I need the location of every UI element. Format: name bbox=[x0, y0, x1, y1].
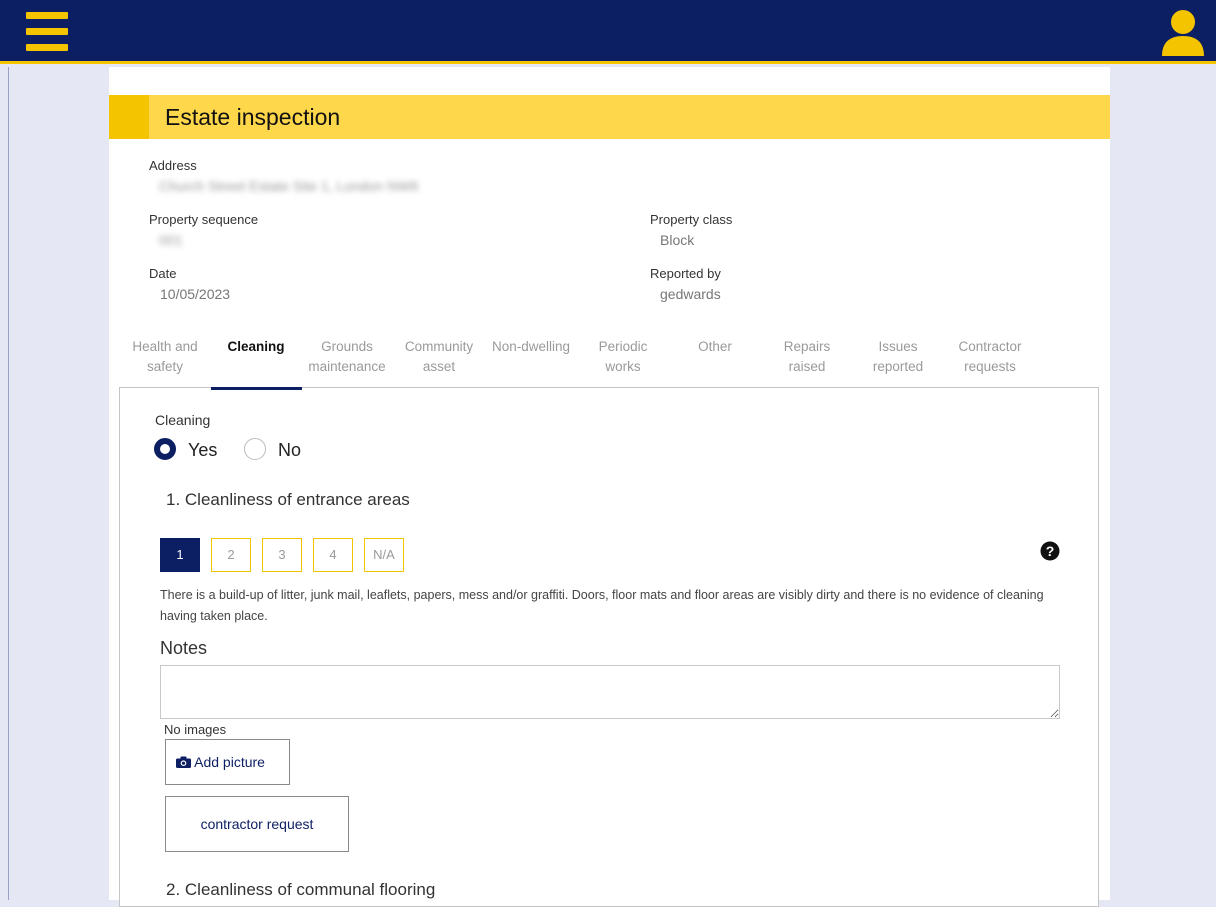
question-2-title: 2. Cleanliness of communal flooring bbox=[166, 880, 436, 899]
score-button-1[interactable]: 1 bbox=[160, 538, 200, 572]
property-sequence-label: Property sequence bbox=[149, 212, 259, 227]
tab-label-line: Cleaning bbox=[227, 339, 285, 354]
yes-radio[interactable] bbox=[154, 438, 176, 460]
tab-grounds-maintenance[interactable]: Grounds maintenance bbox=[302, 337, 392, 377]
title-accent bbox=[109, 95, 149, 139]
score-description: There is a build-up of litter, junk mail… bbox=[160, 588, 1044, 623]
camera-icon bbox=[176, 756, 191, 768]
tab-non-dwelling[interactable]: Non-dwelling bbox=[486, 337, 576, 357]
tab-contractor-requests[interactable]: Contractor requests bbox=[945, 337, 1035, 377]
cleaning-section-label: Cleaning bbox=[155, 412, 211, 428]
contractor-request-button[interactable]: contractor request bbox=[165, 796, 349, 852]
tab-issues-reported[interactable]: Issues reported bbox=[853, 337, 943, 377]
tab-label-line: Contractor bbox=[958, 339, 1022, 354]
left-divider bbox=[8, 67, 9, 900]
tab-label-line: asset bbox=[422, 359, 456, 374]
menu-bar-line bbox=[26, 12, 68, 19]
main-panel: Estate inspection Address Church Street … bbox=[109, 67, 1110, 907]
menu-bar-line bbox=[26, 28, 68, 35]
score-button-2[interactable]: 2 bbox=[211, 538, 251, 572]
svg-text:?: ? bbox=[1046, 543, 1055, 559]
active-tab-indicator bbox=[211, 387, 302, 390]
reported-by-label: Reported by bbox=[650, 266, 721, 281]
yes-radio-label: Yes bbox=[188, 440, 218, 460]
notes-textarea[interactable] bbox=[160, 665, 1060, 719]
add-picture-label: Add picture bbox=[194, 754, 265, 770]
tab-health-and-safety[interactable]: Health and safety bbox=[120, 337, 210, 377]
tab-label-line: Periodic bbox=[598, 339, 648, 354]
tab-label-line: maintenance bbox=[308, 359, 386, 374]
tab-label-line: requests bbox=[964, 359, 1016, 374]
question-1-title: 1. Cleanliness of entrance areas bbox=[166, 490, 410, 509]
question-circle-icon[interactable]: ? bbox=[1040, 541, 1060, 561]
tab-label-line: safety bbox=[146, 359, 184, 374]
tab-periodic-works[interactable]: Periodic works bbox=[578, 337, 668, 377]
tab-label-line: works bbox=[605, 359, 641, 374]
score-button-4[interactable]: 4 bbox=[313, 538, 353, 572]
score-button-na[interactable]: N/A bbox=[364, 538, 404, 572]
no-radio[interactable] bbox=[244, 438, 266, 460]
no-radio-label: No bbox=[278, 440, 302, 460]
top-bar bbox=[0, 0, 1216, 64]
tab-label-line: Repairs bbox=[783, 339, 831, 354]
tab-label-line: Community bbox=[404, 339, 474, 354]
user-icon-graphic bbox=[1162, 10, 1204, 56]
reported-by-value: gedwards bbox=[660, 286, 721, 302]
tab-other[interactable]: Other bbox=[670, 337, 760, 357]
no-images-text: No images bbox=[164, 722, 227, 737]
date-label: Date bbox=[149, 266, 177, 281]
tab-repairs-raised[interactable]: Repairs raised bbox=[762, 337, 852, 377]
tab-label-line: raised bbox=[788, 359, 826, 374]
cleaning-tab-panel: Cleaning Yes No 1. Cleanliness of entran… bbox=[119, 387, 1099, 907]
page-title-bar: Estate inspection bbox=[109, 95, 1110, 139]
date-value: 10/05/2023 bbox=[160, 286, 231, 302]
menu-bar-line bbox=[26, 44, 68, 51]
tab-label-line: Non-dwelling bbox=[491, 339, 571, 354]
hamburger-menu-icon[interactable] bbox=[26, 12, 68, 52]
user-icon[interactable] bbox=[1160, 8, 1206, 58]
tab-label-line: reported bbox=[872, 359, 924, 374]
page-title: Estate inspection bbox=[165, 104, 341, 130]
tab-label-line: Issues bbox=[878, 339, 918, 354]
tab-label-line: Health and bbox=[132, 339, 198, 354]
property-sequence-value: 001 bbox=[159, 232, 183, 248]
address-label: Address bbox=[149, 158, 197, 173]
notes-label: Notes bbox=[160, 638, 208, 658]
property-class-label: Property class bbox=[650, 212, 733, 227]
help-icon-graphic: ? bbox=[1040, 541, 1060, 561]
add-picture-button[interactable]: Add picture bbox=[165, 739, 290, 785]
score-button-3[interactable]: 3 bbox=[262, 538, 302, 572]
tab-community-asset[interactable]: Community asset bbox=[394, 337, 484, 377]
property-class-value: Block bbox=[660, 232, 695, 248]
tab-cleaning[interactable]: Cleaning bbox=[211, 337, 301, 357]
tab-label-line: Other bbox=[698, 339, 732, 354]
address-value: Church Street Estate Site 1, London NW8 bbox=[159, 178, 419, 194]
tab-label-line: Grounds bbox=[321, 339, 373, 354]
